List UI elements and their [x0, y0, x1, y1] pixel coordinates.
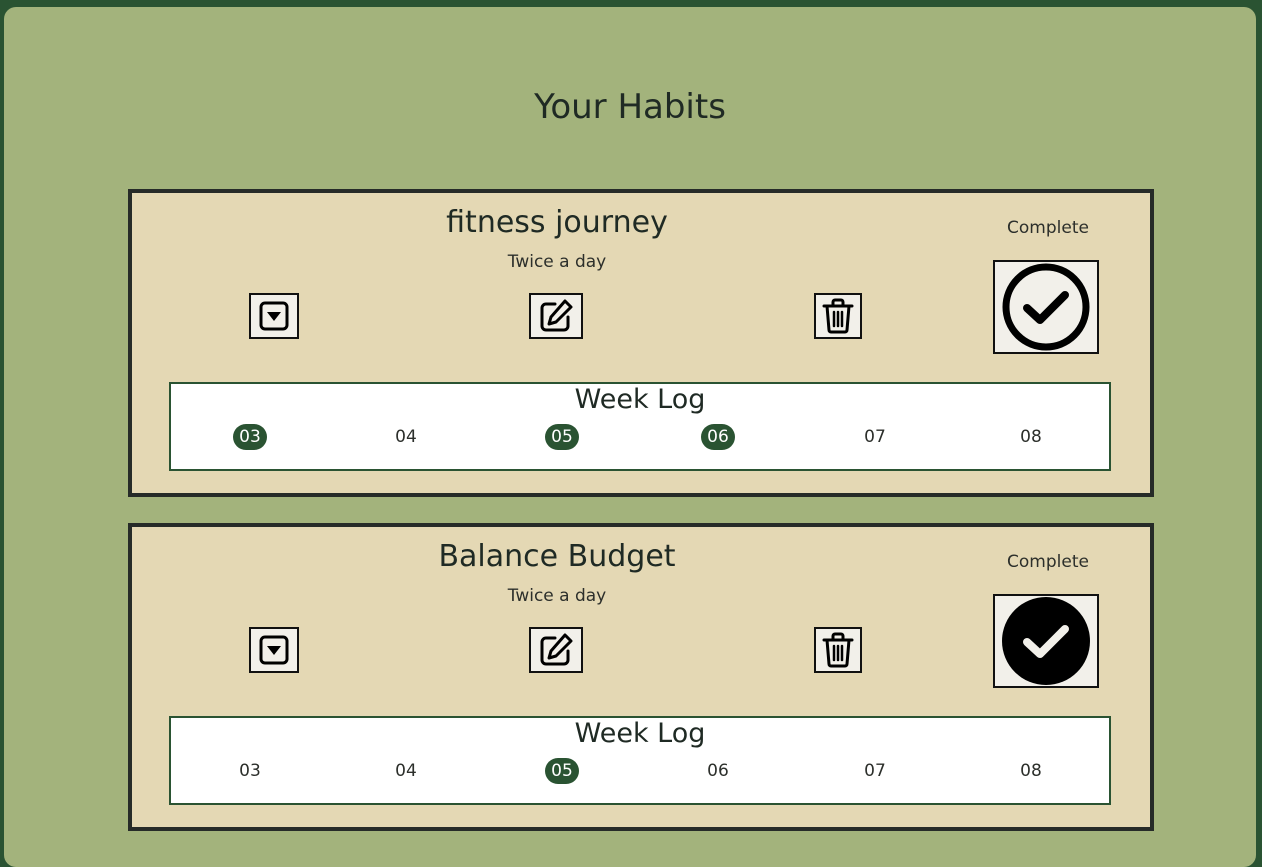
habit-frequency: Twice a day: [507, 586, 607, 606]
habit-frequency: Twice a day: [507, 252, 607, 272]
week-log: Week Log 03 04 05 06 07 08: [169, 716, 1111, 805]
complete-button[interactable]: [993, 260, 1099, 354]
complete-button[interactable]: [993, 594, 1099, 688]
check-circle-filled-icon: [1002, 597, 1090, 685]
week-day[interactable]: 05: [545, 758, 579, 784]
expand-button[interactable]: [249, 627, 299, 673]
week-day[interactable]: 06: [701, 424, 735, 450]
check-circle-outline-icon: [1002, 263, 1090, 351]
habit-card: Balance Budget Twice a day Complete Week…: [128, 523, 1154, 831]
habit-card: fitness journey Twice a day Complete Wee…: [128, 189, 1154, 497]
week-log-days: 03 04 05 06 07 08: [171, 424, 1109, 454]
week-log: Week Log 03 04 05 06 07 08: [169, 382, 1111, 471]
trash-icon: [822, 632, 854, 668]
delete-button[interactable]: [814, 293, 862, 339]
week-day[interactable]: 05: [545, 424, 579, 450]
week-log-title: Week Log: [574, 384, 706, 415]
week-day[interactable]: 06: [701, 758, 735, 784]
edit-icon: [540, 299, 573, 332]
week-log-days: 03 04 05 06 07 08: [171, 758, 1109, 788]
edit-button[interactable]: [529, 627, 583, 673]
delete-button[interactable]: [814, 627, 862, 673]
expand-button[interactable]: [249, 293, 299, 339]
habits-page: Your Habits fitness journey Twice a day …: [4, 7, 1256, 867]
edit-icon: [540, 633, 573, 666]
week-day[interactable]: 04: [389, 758, 423, 784]
week-day[interactable]: 08: [1014, 758, 1048, 784]
week-day[interactable]: 03: [233, 758, 267, 784]
complete-label: Complete: [1007, 218, 1089, 238]
week-day[interactable]: 07: [858, 424, 892, 450]
week-day[interactable]: 08: [1014, 424, 1048, 450]
week-day[interactable]: 04: [389, 424, 423, 450]
habit-name: Balance Budget: [438, 539, 676, 574]
trash-icon: [822, 298, 854, 334]
week-day[interactable]: 03: [233, 424, 267, 450]
complete-label: Complete: [1007, 552, 1089, 572]
week-log-title: Week Log: [574, 718, 706, 749]
week-day[interactable]: 07: [858, 758, 892, 784]
habit-name: fitness journey: [446, 205, 668, 240]
page-title: Your Habits: [534, 87, 726, 127]
caret-down-square-icon: [259, 635, 289, 665]
caret-down-square-icon: [259, 301, 289, 331]
edit-button[interactable]: [529, 293, 583, 339]
